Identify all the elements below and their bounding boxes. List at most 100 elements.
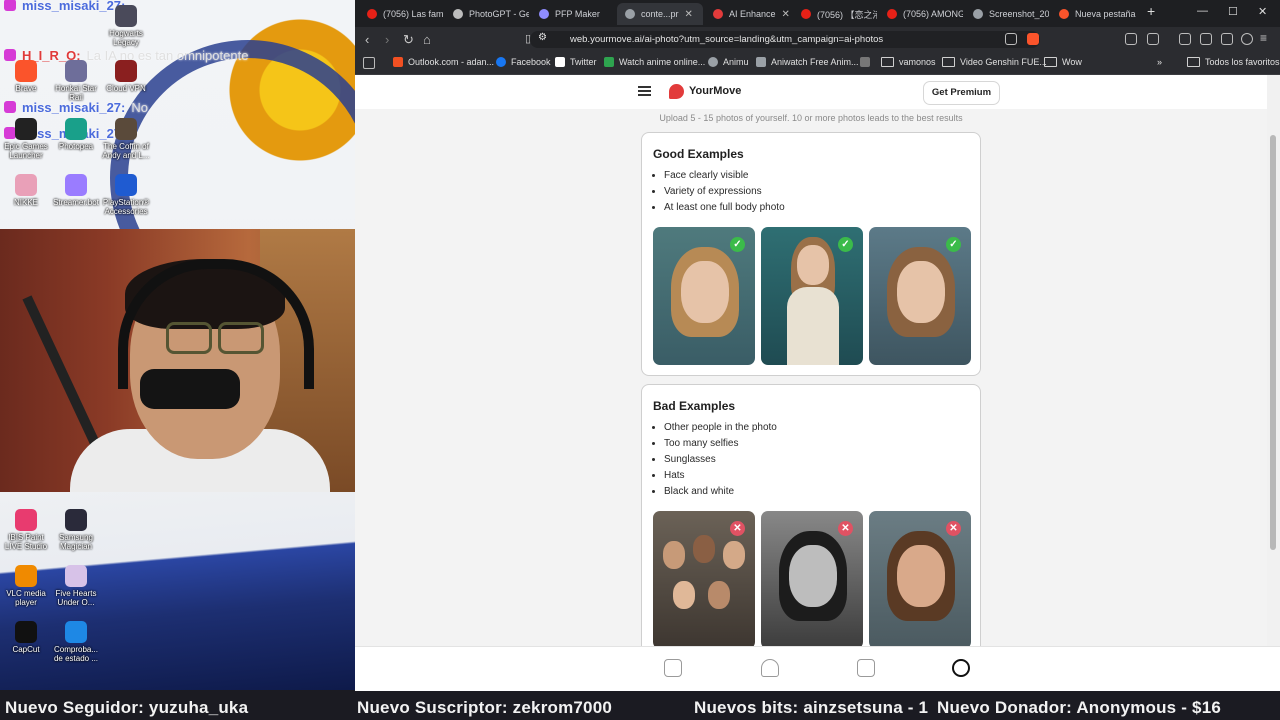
get-premium-button[interactable]: Get Premium — [923, 81, 1000, 105]
close-window-button[interactable]: ✕ — [1258, 5, 1267, 18]
desktop-icon[interactable]: NIKKE — [0, 174, 52, 207]
leo-icon[interactable] — [1221, 33, 1233, 45]
minimize-button[interactable]: — — [1197, 5, 1208, 17]
browser-tab[interactable]: (7056) 【恋之渚 — [793, 3, 877, 25]
webcam-feed — [0, 229, 355, 492]
media-icon[interactable] — [1179, 33, 1191, 45]
apps-icon[interactable] — [363, 57, 380, 69]
good-example-photo: ✓ — [869, 227, 971, 365]
new-tab-button[interactable]: + — [1147, 3, 1155, 19]
back-icon[interactable]: ‹ — [365, 32, 369, 47]
wallet-icon[interactable] — [1147, 33, 1159, 45]
outlook-icon — [393, 57, 403, 67]
good-example-photo: ✓ — [653, 227, 755, 365]
close-icon: ✕ — [838, 521, 853, 536]
extensions-icon[interactable] — [1125, 33, 1137, 45]
reload-icon[interactable]: ↻ — [403, 32, 414, 48]
bookmark-item[interactable]: Aniwatch Free Anim... — [756, 57, 859, 67]
maximize-button[interactable]: ☐ — [1228, 5, 1238, 18]
stream-ticker: Nuevo Seguidor: yuzuha_uka Nuevo Suscrip… — [0, 690, 1280, 720]
bad-example-photo: ✕ — [761, 511, 863, 646]
desktop-icon[interactable]: Comproba... de estado ... — [50, 621, 102, 663]
desktop-lower-area: IBIS Paint LIVE Studio Samsung Magician … — [0, 492, 355, 690]
desktop-icon[interactable]: Hogwarts Legacy — [100, 5, 152, 47]
bookmarks-bar: Outlook.com - adan... Facebook Twitter W… — [355, 52, 1280, 75]
desktop-icon[interactable]: IBIS Paint LIVE Studio — [0, 509, 52, 551]
youtube-icon — [801, 9, 811, 19]
list-item: Sunglasses — [664, 452, 777, 468]
hamburger-menu-icon[interactable] — [638, 86, 651, 96]
browser-tab[interactable]: AI Enhance ✕ — [705, 3, 791, 25]
lightning-icon[interactable] — [664, 659, 682, 677]
close-tab-icon[interactable]: ✕ — [782, 9, 790, 20]
bookmark-item[interactable]: Outlook.com - adan... — [393, 57, 494, 67]
desktop-icon[interactable]: Samsung Magician — [50, 509, 102, 551]
more-bookmarks-icon[interactable]: » — [1157, 57, 1162, 67]
desktop-icon[interactable]: Streamer.bot — [50, 174, 102, 207]
ticker-donor: Nuevo Donador: Anonymous - $16 — [937, 698, 1222, 717]
scrollbar-thumb[interactable] — [1270, 135, 1276, 550]
close-icon: ✕ — [730, 521, 745, 536]
bookmark-item[interactable] — [860, 57, 875, 67]
folder-icon — [1187, 57, 1200, 67]
browser-tab[interactable]: Nueva pestaña — [1051, 3, 1141, 25]
close-tab-icon[interactable]: ✕ — [685, 9, 693, 20]
desktop-icon[interactable]: The Coffin of Andy and L... — [100, 118, 152, 160]
bookmark-folder[interactable]: Video Genshin FUE... — [942, 57, 1047, 67]
profile-icon[interactable] — [761, 659, 779, 677]
bad-examples-card: Bad Examples Other people in the photo T… — [641, 384, 981, 646]
vpn-icon[interactable] — [1241, 33, 1253, 45]
camera-shutter-icon[interactable] — [952, 659, 970, 677]
sidebar-icon[interactable] — [1200, 33, 1212, 45]
browser-window: (7056) Las fam PhotoGPT - Ge PFP Maker c… — [355, 0, 1280, 691]
browser-tab[interactable]: PhotoGPT - Ge — [445, 3, 529, 25]
browser-tab-active[interactable]: conte...pr ✕ — [617, 3, 703, 25]
good-examples-title: Good Examples — [653, 147, 744, 161]
desktop-icon[interactable]: Cloud VPN — [100, 60, 152, 93]
app-header: YourMove Get Premium — [355, 75, 1267, 109]
desktop-icon[interactable]: VLC media player — [0, 565, 52, 607]
browser-tab[interactable]: PFP Maker — [531, 3, 615, 25]
bad-examples-list: Other people in the photo Too many selfi… — [653, 420, 777, 500]
chat-line: miss_misaki_27: No — [4, 100, 148, 115]
share-icon[interactable] — [1005, 33, 1017, 45]
x-icon — [555, 57, 565, 67]
browser-tab[interactable]: (7056) Las fam — [359, 3, 443, 25]
bad-example-photo: ✕ — [869, 511, 971, 646]
list-item: Hats — [664, 468, 777, 484]
bookmark-item[interactable]: Animu — [708, 57, 749, 67]
good-example-photo: ✓ — [761, 227, 863, 365]
desktop-icon[interactable]: Epic Games Launcher — [0, 118, 52, 160]
youtube-icon — [367, 9, 377, 19]
bookmark-item[interactable]: Watch anime online... — [604, 57, 705, 67]
site-info-icon[interactable]: ⚙ — [538, 32, 547, 43]
desktop-icon[interactable]: Photopea — [50, 118, 102, 151]
bookmark-folder[interactable]: vamonos — [881, 57, 936, 67]
facebook-icon — [496, 57, 506, 67]
home-icon[interactable]: ⌂ — [423, 32, 431, 47]
yourmove-icon — [713, 9, 723, 19]
forward-icon[interactable]: › — [385, 32, 389, 47]
ticker-subscriber: Nuevo Suscriptor: zekrom7000 — [357, 698, 613, 717]
upload-hint: Upload 5 - 15 photos of yourself. 10 or … — [659, 113, 963, 123]
browser-tab[interactable]: Screenshot_20 — [965, 3, 1049, 25]
star-icon[interactable] — [857, 659, 875, 677]
brave-shields-icon[interactable] — [1027, 33, 1039, 45]
globe-icon — [625, 9, 635, 19]
desktop-icon[interactable]: PlayStation® Accessories — [100, 174, 152, 216]
browser-tab[interactable]: (7056) AMONG — [879, 3, 963, 25]
desktop-icon[interactable]: CapCut — [0, 621, 52, 654]
bookmark-item[interactable]: Twitter — [555, 57, 597, 67]
bookmark-folder[interactable]: Wow — [1044, 57, 1082, 67]
desktop-icon[interactable]: Five Hearts Under O... — [50, 565, 102, 607]
bookmark-item[interactable]: Facebook — [496, 57, 551, 67]
yourmove-logo — [669, 84, 684, 99]
ticker-bits: Nuevos bits: ainzsetsuna - 1 — [694, 698, 929, 717]
menu-icon[interactable]: ≡ — [1260, 31, 1267, 45]
all-bookmarks-folder[interactable]: Todos los favoritos — [1187, 57, 1280, 67]
folder-icon — [881, 57, 894, 67]
site-icon — [453, 9, 463, 19]
desktop-icon[interactable]: Brave — [0, 60, 52, 93]
url-field[interactable]: ⚙ web.yourmove.ai/ai-photo?utm_source=la… — [530, 31, 1040, 48]
desktop-icon[interactable]: Honkai Star Rail — [50, 60, 102, 102]
